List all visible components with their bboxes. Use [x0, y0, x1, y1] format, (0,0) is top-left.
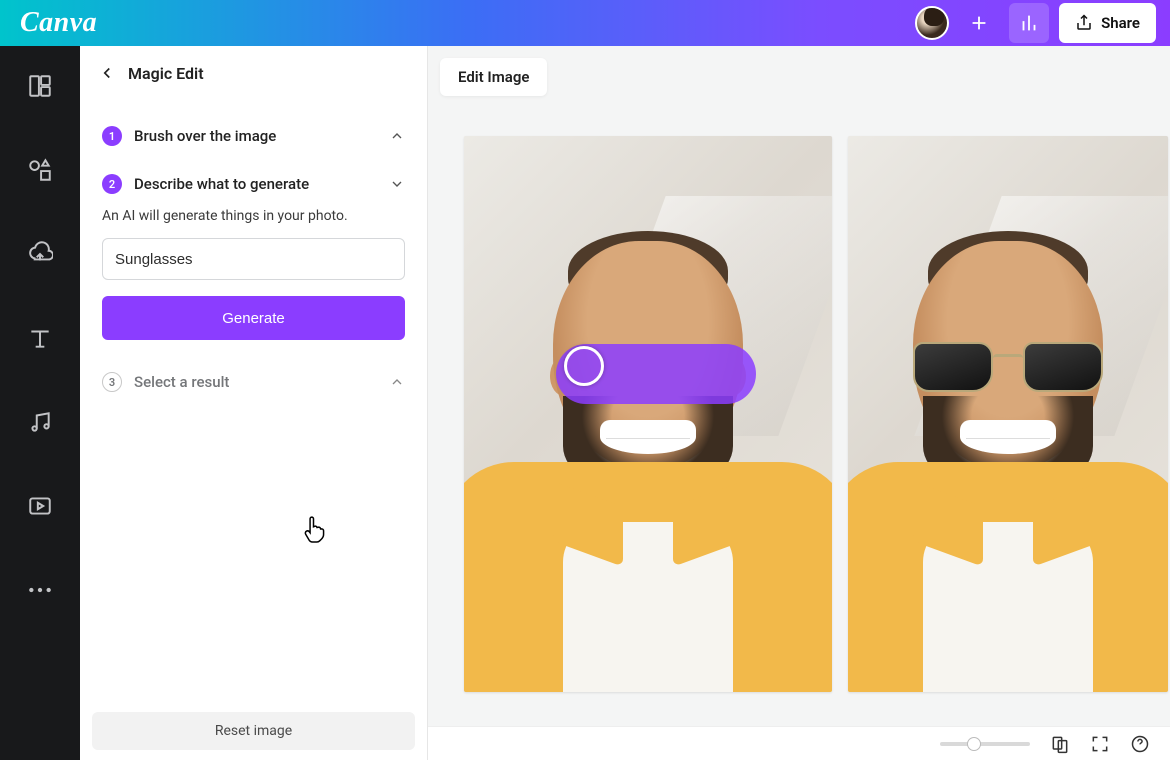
canvas-area: Edit Image [428, 46, 1170, 760]
reset-image-button[interactable]: Reset image [92, 712, 415, 750]
chevron-up-icon [389, 374, 405, 390]
step-3-row[interactable]: 3 Select a result [102, 358, 405, 406]
step-2-row[interactable]: 2 Describe what to generate [102, 160, 405, 208]
text-icon [27, 325, 53, 351]
step-1-badge: 1 [102, 126, 122, 146]
chevron-down-icon [389, 176, 405, 192]
step-1-row[interactable]: 1 Brush over the image [102, 112, 405, 160]
canva-logo: Canva [20, 7, 97, 39]
step-3-badge: 3 [102, 372, 122, 392]
rail-videos[interactable] [20, 486, 60, 526]
side-panel: Magic Edit 1 Brush over the image 2 Desc… [80, 46, 428, 760]
left-rail [0, 46, 80, 760]
templates-icon [27, 73, 53, 99]
step-3-label: Select a result [134, 373, 229, 391]
sunglasses-result [913, 342, 1103, 398]
rail-text[interactable] [20, 318, 60, 358]
steps: 1 Brush over the image 2 Describe what t… [80, 100, 427, 406]
elements-icon [27, 157, 53, 183]
videos-icon [27, 493, 53, 519]
panel-header: Magic Edit [80, 46, 427, 100]
chevron-up-icon [389, 128, 405, 144]
pages-icon[interactable] [1050, 734, 1070, 754]
rail-audio[interactable] [20, 402, 60, 442]
step-2-body: An AI will generate things in your photo… [102, 208, 405, 358]
fullscreen-icon[interactable] [1090, 734, 1110, 754]
back-chevron-icon[interactable] [98, 64, 116, 82]
more-icon [27, 585, 53, 595]
floating-edit-image-tag[interactable]: Edit Image [440, 58, 547, 96]
zoom-slider[interactable] [940, 742, 1030, 746]
step-2-label: Describe what to generate [134, 175, 309, 193]
add-button[interactable] [959, 3, 999, 43]
rail-uploads[interactable] [20, 234, 60, 274]
prompt-input[interactable] [102, 238, 405, 280]
audio-icon [27, 409, 53, 435]
cursor-icon [302, 515, 328, 545]
step-2-hint: An AI will generate things in your photo… [102, 208, 405, 224]
bottom-toolbar [428, 726, 1170, 760]
help-icon[interactable] [1130, 734, 1150, 754]
rail-elements[interactable] [20, 150, 60, 190]
insights-icon [1018, 12, 1040, 34]
top-bar: Canva Share [0, 0, 1170, 46]
share-label: Share [1101, 14, 1140, 32]
rail-more[interactable] [20, 570, 60, 610]
plus-icon [968, 12, 990, 34]
rail-templates[interactable] [20, 66, 60, 106]
share-button[interactable]: Share [1059, 3, 1156, 43]
topbar-right: Share [915, 3, 1156, 43]
original-image[interactable] [464, 136, 832, 692]
insights-button[interactable] [1009, 3, 1049, 43]
uploads-icon [27, 241, 53, 267]
panel-title: Magic Edit [128, 64, 204, 83]
generate-button[interactable]: Generate [102, 296, 405, 340]
step-2-badge: 2 [102, 174, 122, 194]
body: Magic Edit 1 Brush over the image 2 Desc… [0, 46, 1170, 760]
image-compare [464, 136, 1170, 692]
step-1-label: Brush over the image [134, 127, 276, 145]
result-image[interactable] [848, 136, 1168, 692]
brush-cursor-icon [564, 346, 604, 386]
share-icon [1075, 14, 1093, 32]
avatar[interactable] [915, 6, 949, 40]
